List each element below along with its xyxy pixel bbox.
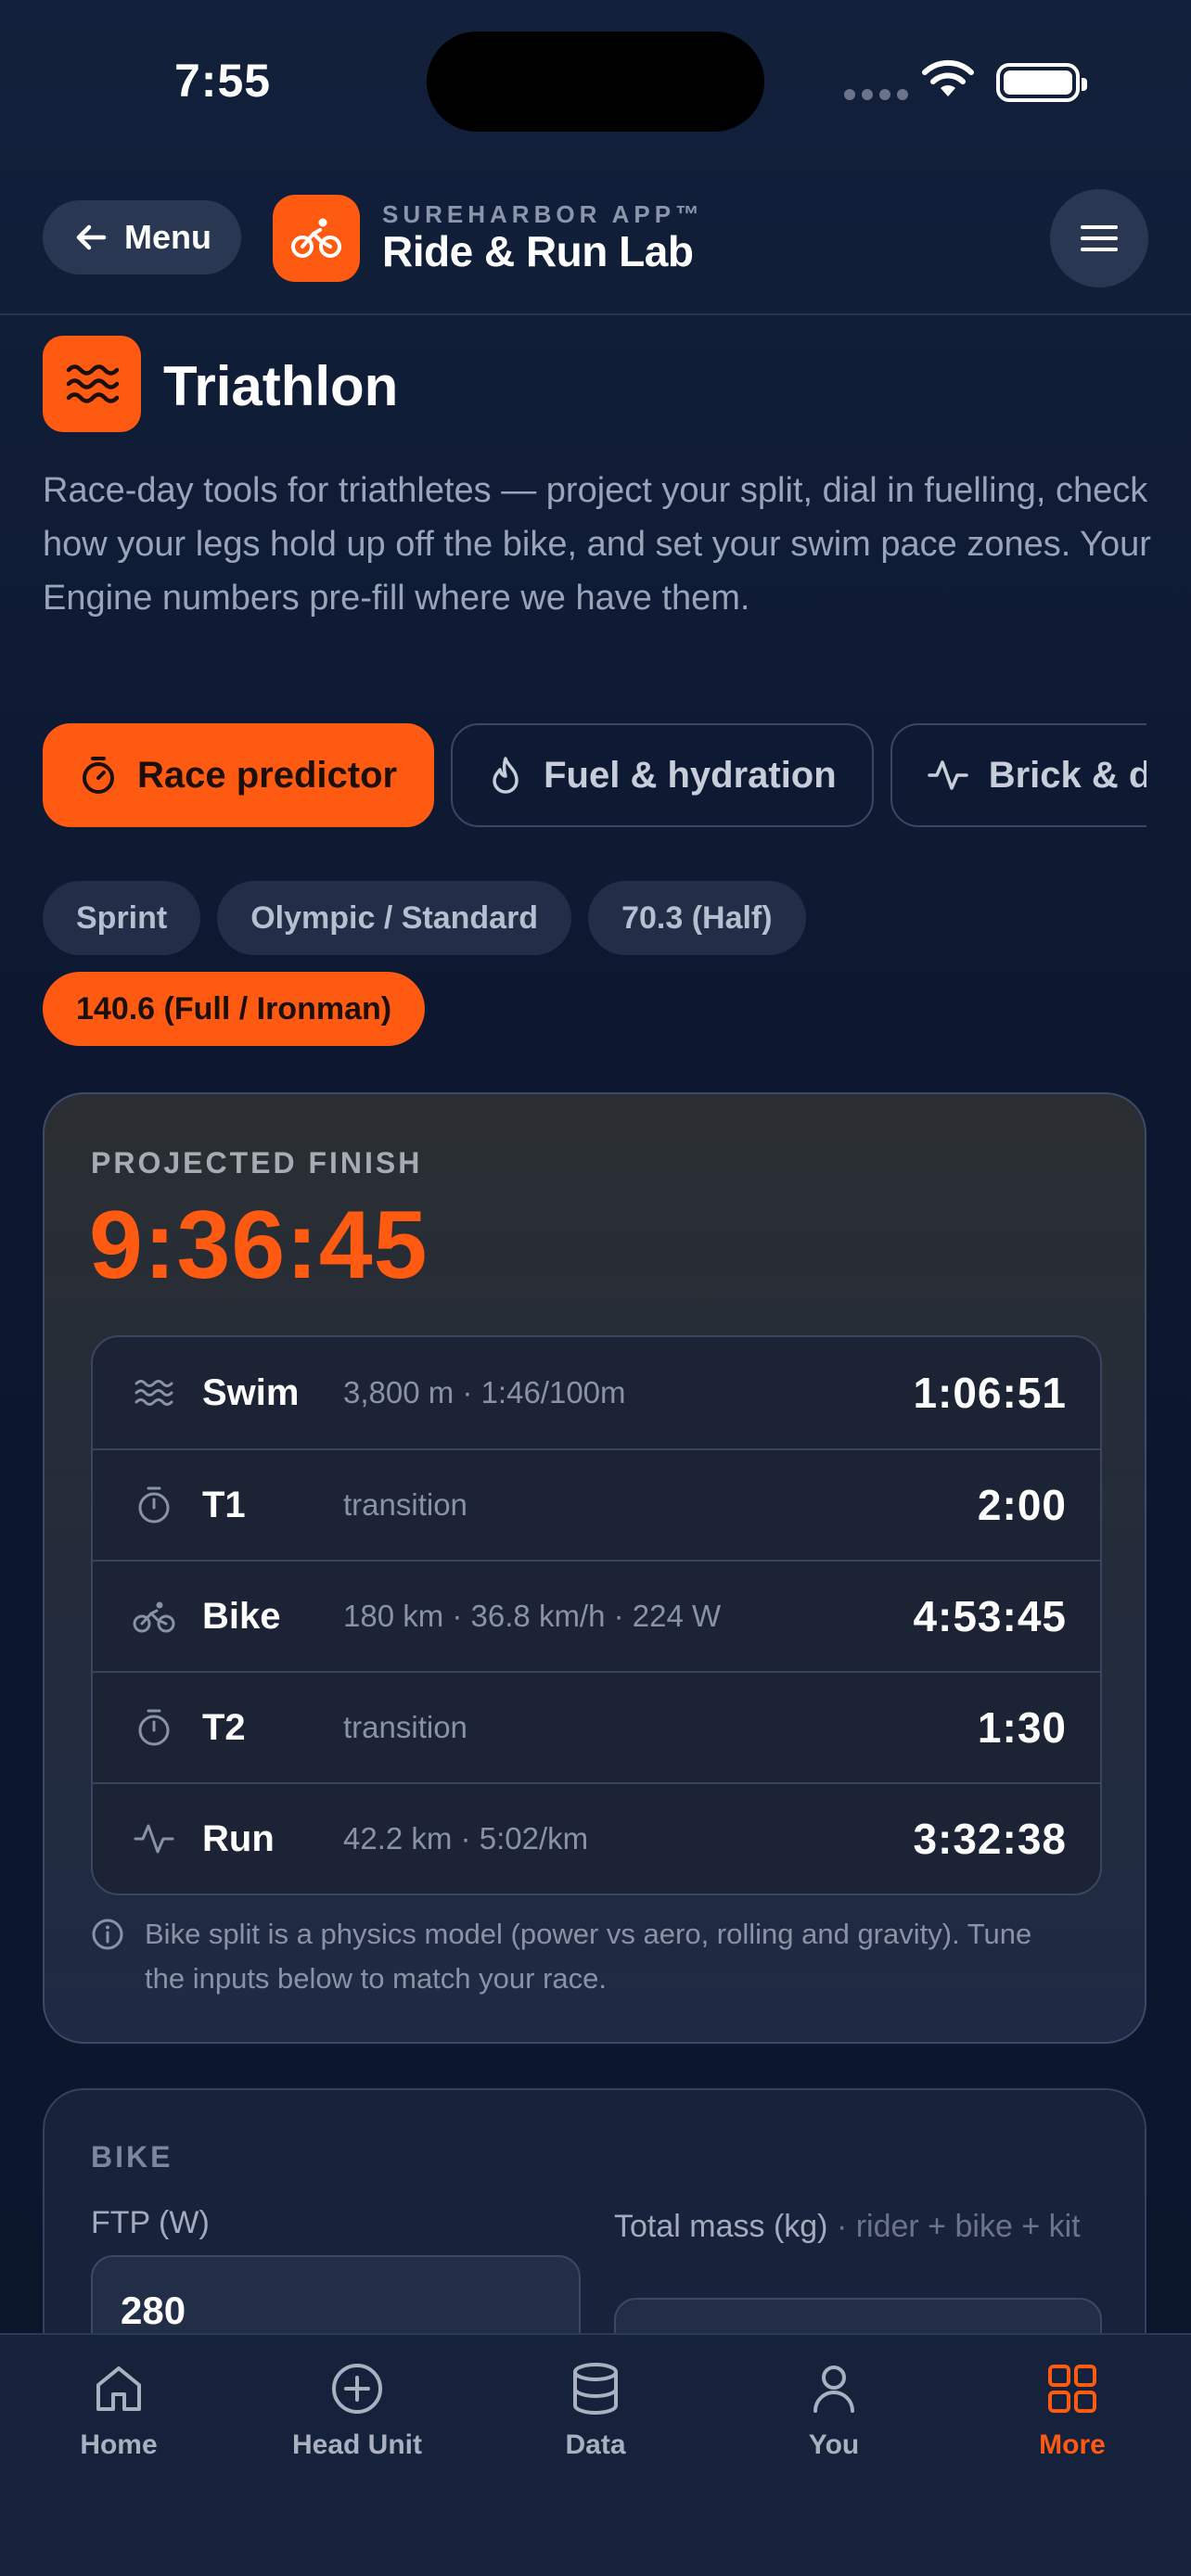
screen: 7:55 Menu SUREHARBOR APP™ Ride & Run Lab… <box>0 0 1191 2576</box>
user-icon <box>813 2366 854 2413</box>
home-icon <box>96 2366 141 2411</box>
wifi-icon <box>922 59 974 96</box>
nav-label: More <box>1039 2429 1106 2460</box>
stopwatch-icon <box>83 757 114 794</box>
brand-subtitle: SUREHARBOR APP™ <box>382 200 705 228</box>
ftp-label: FTP (W) <box>91 2205 210 2240</box>
distance-chip-olympic[interactable]: Olympic / Standard <box>217 881 572 955</box>
split-row-run: Run 42.2 km · 5:02/km 3:32:38 <box>93 1782 1100 1894</box>
triathlon-badge <box>43 336 141 432</box>
nav-label: Data <box>565 2429 626 2460</box>
activity-icon <box>134 1824 174 1854</box>
hamburger-icon <box>1081 225 1118 251</box>
model-note: Bike split is a physics model (power vs … <box>91 1912 1074 2001</box>
brand-logo <box>273 195 360 282</box>
split-detail: transition <box>343 1487 467 1522</box>
mass-label-text: Total mass (kg) <box>614 2209 828 2244</box>
split-time: 1:30 <box>977 1703 1067 1752</box>
nav-label: Head Unit <box>291 2429 422 2460</box>
waves-icon <box>134 1380 173 1406</box>
split-name: T1 <box>202 1484 246 1525</box>
mass-label: Total mass (kg) · rider + bike + kit <box>614 2205 1096 2248</box>
split-detail: 180 km · 36.8 km/h · 224 W <box>343 1599 722 1633</box>
nav-label: You <box>808 2429 860 2460</box>
battery-icon <box>996 63 1087 102</box>
split-name: T2 <box>202 1706 246 1748</box>
distance-chip-full[interactable]: 140.6 (Full / Ironman) <box>43 972 426 1046</box>
cellular-signal-icon <box>844 89 908 100</box>
nav-label: Home <box>80 2429 158 2460</box>
mass-label-hint: · rider + bike + kit <box>836 2209 1081 2244</box>
activity-icon <box>927 760 968 790</box>
status-time: 7:55 <box>174 55 272 107</box>
waves-icon <box>66 364 119 403</box>
tab-label: Brick & decoupling <box>988 754 1146 796</box>
stopwatch-icon <box>138 1486 170 1524</box>
model-note-text: Bike split is a physics model (power vs … <box>145 1918 1032 1995</box>
projected-finish-label: PROJECTED FINISH <box>91 1146 423 1180</box>
split-name: Run <box>202 1817 275 1859</box>
split-time: 4:53:45 <box>913 1592 1067 1640</box>
page-title: Triathlon <box>163 355 399 417</box>
stopwatch-icon <box>138 1709 170 1746</box>
tab-label: Race predictor <box>137 754 398 796</box>
distance-chip-half[interactable]: 70.3 (Half) <box>588 881 806 955</box>
nav-data[interactable]: Data <box>493 2361 698 2461</box>
split-row-t1: T1 transition 2:00 <box>93 1448 1100 1560</box>
menu-back-button[interactable]: Menu <box>43 200 241 274</box>
tab-fuel-hydration[interactable]: Fuel & hydration <box>451 723 874 827</box>
projected-finish-time: 9:36:45 <box>89 1192 429 1299</box>
status-bar: 7:55 <box>0 0 1191 158</box>
bottom-nav: Home Head Unit Data You More <box>0 2333 1191 2576</box>
tab-label: Fuel & hydration <box>544 754 837 796</box>
tool-tabs[interactable]: Race predictor Fuel & hydration Brick & … <box>43 723 1146 829</box>
split-name: Swim <box>202 1371 300 1413</box>
grid-icon <box>1048 2365 1096 2413</box>
database-icon <box>573 2363 618 2415</box>
bike-section-label: BIKE <box>91 2140 173 2174</box>
split-table: Swim 3,800 m · 1:46/100m 1:06:51 T1 tran… <box>91 1335 1102 1895</box>
projected-finish-card: PROJECTED FINISH 9:36:45 Swim 3,800 m · … <box>43 1092 1146 2044</box>
info-icon <box>92 1919 123 1950</box>
nav-home[interactable]: Home <box>17 2361 221 2461</box>
tab-race-predictor[interactable]: Race predictor <box>43 723 435 827</box>
menu-label: Menu <box>124 218 211 256</box>
bike-icon <box>291 218 341 258</box>
dynamic-island <box>427 32 764 132</box>
tab-brick[interactable]: Brick & decoupling <box>890 723 1146 827</box>
split-row-swim: Swim 3,800 m · 1:46/100m 1:06:51 <box>93 1337 1100 1448</box>
split-time: 2:00 <box>977 1481 1067 1529</box>
app-header: Menu SUREHARBOR APP™ Ride & Run Lab <box>0 176 1191 315</box>
page-intro: Race-day tools for triathletes — project… <box>43 471 1151 618</box>
hamburger-menu-button[interactable] <box>1050 189 1148 287</box>
arrow-left-icon <box>76 224 107 250</box>
split-detail: transition <box>343 1710 467 1744</box>
split-row-bike: Bike 180 km · 36.8 km/h · 224 W 4:53:45 <box>93 1560 1100 1671</box>
nav-you[interactable]: You <box>732 2361 936 2461</box>
ftp-value: 280 <box>121 2289 186 2332</box>
brand-title: Ride & Run Lab <box>382 227 694 275</box>
split-time: 3:32:38 <box>913 1815 1067 1863</box>
plus-circle-icon <box>332 2364 382 2414</box>
distance-chip-sprint[interactable]: Sprint <box>43 881 201 955</box>
split-detail: 42.2 km · 5:02/km <box>343 1821 589 1855</box>
split-detail: 3,800 m · 1:46/100m <box>343 1375 626 1409</box>
nav-more[interactable]: More <box>970 2361 1174 2461</box>
split-time: 1:06:51 <box>913 1369 1067 1417</box>
nav-head-unit[interactable]: Head Unit <box>255 2361 459 2461</box>
distance-selector: Sprint Olympic / Standard 70.3 (Half) 14… <box>43 881 1156 1046</box>
split-name: Bike <box>202 1595 281 1637</box>
flame-icon <box>493 757 519 794</box>
split-row-t2: T2 transition 1:30 <box>93 1671 1100 1782</box>
bike-icon <box>133 1601 175 1633</box>
